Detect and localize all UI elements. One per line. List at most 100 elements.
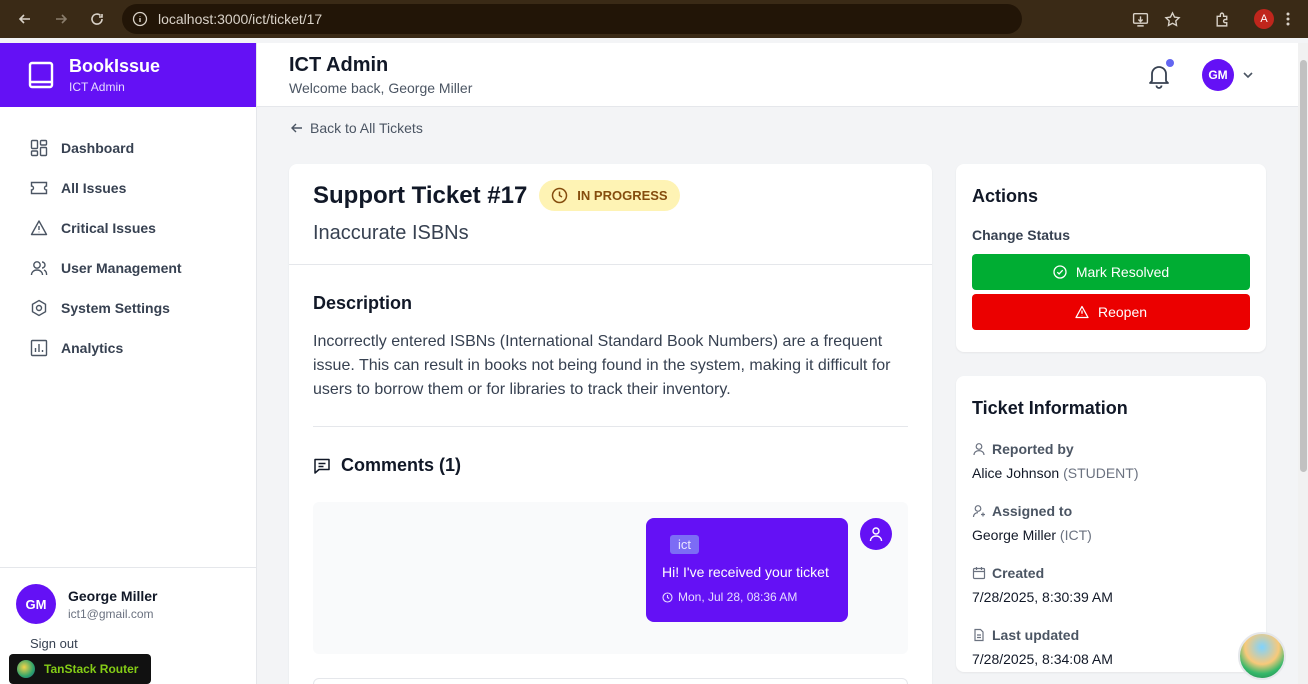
back-arrow-icon[interactable]	[14, 8, 36, 30]
dashboard-icon	[30, 139, 48, 157]
description-heading: Description	[313, 293, 413, 313]
clock-icon	[552, 187, 568, 204]
sidebar-item-label: User Management	[61, 260, 182, 276]
top-header: ICT Admin Welcome back, George Miller GM	[257, 43, 1298, 107]
install-app-icon[interactable]	[1130, 9, 1150, 29]
last-updated-value: 7/28/2025, 8:34:08 AM	[972, 651, 1113, 667]
settings-icon	[31, 299, 47, 317]
created-text: Created	[992, 565, 1045, 581]
browser-profile-avatar[interactable]: A	[1254, 9, 1274, 29]
comment-avatar	[860, 518, 892, 550]
comments-heading-row: Comments (1)	[289, 427, 932, 476]
change-status-label: Change Status	[972, 227, 1071, 243]
ticket-card: Support Ticket #17 IN PROGRESS Inaccurat…	[289, 164, 932, 684]
comment-timestamp: Mon, Jul 28, 08:36 AM	[662, 590, 832, 604]
reporter-role: (STUDENT)	[1063, 465, 1139, 481]
assigned-to-value: George Miller (ICT)	[972, 527, 1250, 543]
browser-toolbar: localhost:3000/ict/ticket/17 A	[0, 0, 1308, 38]
comment-time-text: Mon, Jul 28, 08:36 AM	[678, 590, 798, 604]
arrow-left-icon	[291, 123, 302, 133]
reported-by-text: Reported by	[992, 441, 1074, 457]
comment-role-tag: ict	[670, 535, 699, 554]
reopen-label: Reopen	[1097, 304, 1148, 320]
document-icon	[974, 628, 984, 642]
actions-card: Actions Change Status Mark Resolved Reop…	[956, 164, 1266, 352]
signout-button[interactable]: Sign out	[30, 636, 240, 651]
user-icon	[869, 527, 883, 542]
status-label: IN PROGRESS	[577, 188, 668, 203]
user-icon	[973, 443, 985, 456]
sidebar-item-label: Dashboard	[61, 140, 135, 156]
comment-text: Hi! I've received your ticket	[662, 564, 829, 580]
description-text: Incorrectly entered ISBNs (International…	[313, 333, 891, 398]
warning-icon	[1075, 305, 1089, 319]
ticket-info-heading: Ticket Information	[972, 398, 1128, 418]
user-email: ict1@gmail.com	[68, 606, 154, 621]
last-updated-label: Last updated	[972, 627, 1250, 643]
sidebar-item-system-settings[interactable]: System Settings	[0, 288, 256, 328]
address-bar[interactable]: localhost:3000/ict/ticket/17	[122, 4, 1022, 34]
ticket-subject: Inaccurate ISBNs	[313, 222, 469, 244]
comment-input-box[interactable]	[313, 678, 908, 684]
sidebar-item-dashboard[interactable]: Dashboard	[0, 128, 256, 168]
comments-heading: Comments (1)	[341, 455, 462, 475]
back-to-tickets-link[interactable]: Back to All Tickets	[290, 120, 423, 136]
reopen-button[interactable]: Reopen	[972, 294, 1250, 330]
site-info-icon[interactable]	[132, 11, 148, 27]
forward-arrow-icon[interactable]	[50, 8, 72, 30]
created-label: Created	[972, 565, 1250, 581]
browser-menu-icon[interactable]	[1278, 9, 1298, 29]
chevron-down-icon[interactable]	[1241, 68, 1255, 82]
created-value: 7/28/2025, 8:30:39 AM	[972, 589, 1113, 605]
avatar: GM	[16, 584, 56, 624]
ticket-icon	[30, 181, 48, 195]
sidebar-nav: Dashboard All Issues Critical Issues Use…	[0, 107, 256, 368]
sidebar-item-label: Critical Issues	[61, 220, 156, 236]
tanstack-logo-icon	[17, 660, 35, 678]
header-avatar[interactable]: GM	[1202, 59, 1234, 91]
reported-by-value: Alice Johnson (STUDENT)	[972, 465, 1250, 481]
users-icon	[30, 261, 48, 276]
sidebar-item-label: Analytics	[61, 340, 124, 356]
sidebar-item-all-issues[interactable]: All Issues	[0, 168, 256, 208]
sidebar-item-user-management[interactable]: User Management	[0, 248, 256, 288]
actions-heading: Actions	[972, 186, 1039, 206]
brand-title: BookIssue	[69, 56, 161, 76]
page-title: ICT Admin	[289, 54, 389, 76]
clock-icon	[662, 591, 673, 603]
mark-resolved-button[interactable]: Mark Resolved	[972, 254, 1250, 290]
scrollbar-thumb[interactable]	[1300, 60, 1307, 472]
warning-icon	[30, 220, 48, 236]
user-name: George Miller	[68, 587, 158, 604]
sidebar-item-critical-issues[interactable]: Critical Issues	[0, 208, 256, 248]
assignee-name: George Miller	[972, 527, 1057, 543]
calendar-icon	[972, 567, 986, 580]
sidebar-item-analytics[interactable]: Analytics	[0, 328, 256, 368]
book-icon	[28, 61, 54, 89]
tanstack-router-devtools-button[interactable]: TanStack Router	[9, 654, 151, 684]
last-updated-text: Last updated	[992, 627, 1080, 643]
reload-icon[interactable]	[86, 8, 108, 30]
extensions-icon[interactable]	[1212, 9, 1232, 29]
description-section: Description Incorrectly entered ISBNs (I…	[289, 265, 932, 402]
status-badge: IN PROGRESS	[539, 180, 680, 211]
brand-header[interactable]: BookIssue ICT Admin	[0, 43, 256, 107]
url-text: localhost:3000/ict/ticket/17	[158, 11, 323, 27]
sidebar-item-label: System Settings	[61, 300, 170, 316]
brand-subtitle: ICT Admin	[69, 80, 125, 94]
bookmark-star-icon[interactable]	[1162, 9, 1182, 29]
comment-icon	[314, 458, 330, 474]
ticket-info-card: Ticket Information Reported by Alice Joh…	[956, 376, 1266, 672]
assigned-to-text: Assigned to	[992, 503, 1073, 519]
comment-bubble: ict Hi! I've received your ticket Mon, J…	[646, 518, 848, 622]
reported-by-label: Reported by	[972, 441, 1250, 457]
ticket-header: Support Ticket #17 IN PROGRESS Inaccurat…	[289, 164, 932, 265]
tanstack-label: TanStack Router	[44, 662, 139, 676]
analytics-icon	[30, 339, 48, 357]
query-devtools-icon[interactable]	[1238, 632, 1286, 680]
sidebar: BookIssue ICT Admin Dashboard All Issues…	[0, 43, 257, 684]
assignee-role: (ICT)	[1059, 527, 1092, 543]
assigned-to-label: Assigned to	[972, 503, 1250, 519]
check-circle-icon	[1053, 265, 1067, 279]
welcome-text: Welcome back, George Miller	[289, 80, 473, 96]
